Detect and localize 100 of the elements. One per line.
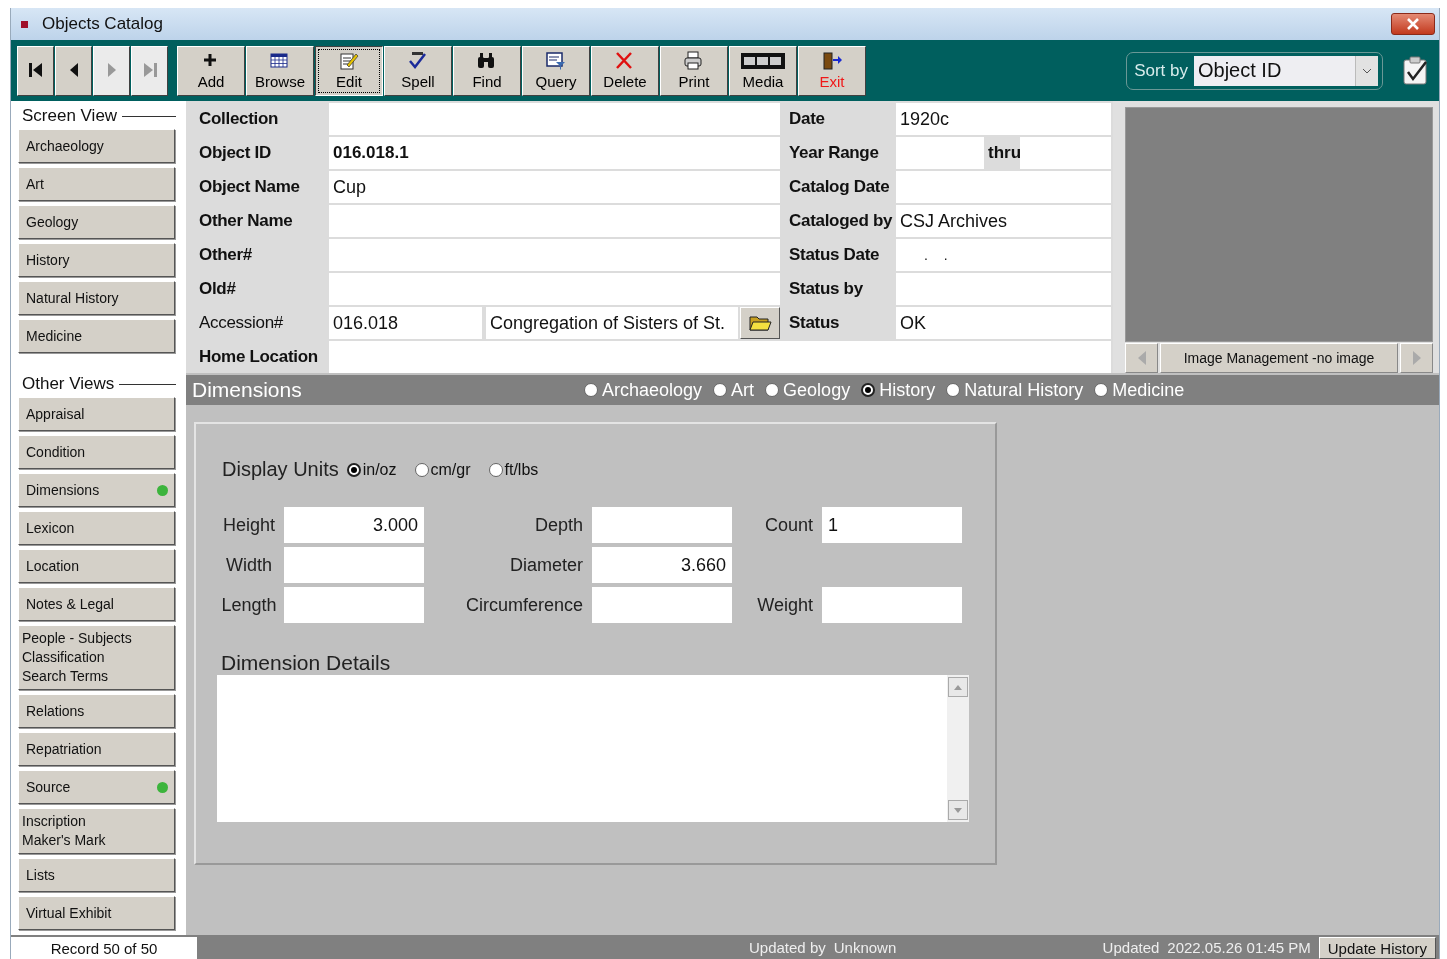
field-label: Catalog Date [788,176,891,198]
text-field[interactable] [896,171,1111,203]
view-button[interactable]: Notes & Legal [18,587,175,621]
previous-button[interactable] [55,45,92,96]
text-field[interactable] [329,273,780,305]
text-field[interactable] [329,205,780,237]
view-button[interactable]: Geology [18,205,175,239]
number-field[interactable] [822,587,962,623]
record-counter: Record 50 of 50 [11,937,197,959]
radio-button[interactable]: History [861,379,936,401]
view-button[interactable]: Lists [18,858,175,892]
skip-first-button[interactable] [17,45,54,96]
radio-button[interactable]: Art [713,379,755,401]
section-title: Dimensions [192,378,303,402]
scrollbar[interactable] [947,675,969,822]
view-button[interactable]: Location [18,549,175,583]
view-button[interactable]: Medicine [18,319,175,353]
close-button[interactable] [1391,13,1435,35]
section-heading: Screen View [22,106,118,126]
film-strip-icon [740,51,786,71]
sort-dropdown[interactable]: Object ID [1194,55,1378,86]
view-button[interactable]: Condition [18,435,175,469]
number-field[interactable]: 3.000 [284,507,424,543]
update-history-button[interactable]: Update History [1318,937,1436,959]
print-button[interactable]: Print [660,45,728,96]
text-field[interactable]: 1920c [896,103,1111,135]
view-button[interactable]: Appraisal [18,397,175,431]
view-button[interactable]: Art [18,167,175,201]
text-field[interactable] [329,103,780,135]
view-button[interactable]: Repatriation [18,732,175,766]
image-management-button[interactable]: Image Management -no image [1160,343,1398,373]
section-heading: Other Views [22,374,115,394]
view-button[interactable]: Lexicon [18,511,175,545]
radio-button[interactable]: Geology [765,379,851,401]
next-icon [1411,350,1422,366]
number-field[interactable]: 1 [822,507,962,543]
text-field[interactable] [896,273,1111,305]
view-button[interactable]: Relations [18,694,175,728]
form-filter-icon [545,51,567,71]
view-button[interactable]: Dimensions [18,473,175,507]
folder-icon [748,313,772,333]
view-button[interactable]: History [18,243,175,277]
text-field[interactable] [329,341,1111,373]
up-arrow-icon [954,684,962,690]
clipboard-button[interactable] [1401,55,1429,86]
number-field[interactable] [284,587,424,623]
field-label: Status by [788,278,864,300]
field-label: Year Range [788,142,880,164]
folder-button[interactable] [740,307,780,339]
radio-button[interactable]: ft/lbs [488,460,539,479]
add-button[interactable]: Add [177,45,245,96]
table-icon [269,51,291,71]
query-button[interactable]: Query [522,45,590,96]
previous-icon [1136,350,1147,366]
text-field[interactable]: CSJ Archives [896,205,1111,237]
number-field[interactable] [592,587,732,623]
skip-first-icon [26,60,45,79]
field-label: Weight [756,593,814,617]
field-label: Date [788,108,826,130]
view-button[interactable]: Inscription Maker's Mark [18,808,175,854]
text-field[interactable] [896,137,984,169]
field-label: Home Location [198,346,319,368]
next-image-button[interactable] [1400,343,1433,373]
text-field[interactable]: Cup [329,171,780,203]
media-button[interactable]: Media [729,45,797,96]
field-label: Height [222,513,276,537]
find-button[interactable]: Find [453,45,521,96]
text-field[interactable]: 016.018.1 [329,137,780,169]
delete-button[interactable]: Delete [591,45,659,96]
browse-button[interactable]: Browse [246,45,314,96]
field-label: Object ID [198,142,272,164]
view-button[interactable]: Natural History [18,281,175,315]
number-field[interactable] [592,507,732,543]
field-label: Object Name [198,176,301,198]
text-field[interactable]: Congregation of Sisters of St. [486,307,738,339]
view-button[interactable]: Virtual Exhibit [18,896,175,930]
spell-button[interactable]: Spell [384,45,452,96]
field-label: Collection [198,108,280,130]
radio-button[interactable]: Medicine [1094,379,1185,401]
text-field[interactable]: OK [896,307,1111,339]
text-field[interactable] [1020,137,1111,169]
radio-button[interactable]: in/oz [346,460,397,479]
radio-button[interactable]: Natural History [946,379,1084,401]
field-label: Other Name [198,210,294,232]
window-icon [21,20,28,28]
number-field[interactable]: 3.660 [592,547,732,583]
view-button[interactable]: People - Subjects Classification Search Terms [18,625,175,690]
window-title: Objects Catalog [42,14,164,34]
radio-button[interactable]: Archaeology [584,379,703,401]
radio-button[interactable]: cm/gr [414,460,471,479]
field-label: Status Date [788,244,881,266]
edit-button[interactable]: Edit [315,45,383,96]
text-field[interactable]: 016.018 [329,307,482,339]
text-field[interactable]: . . [896,239,1111,271]
view-button[interactable]: Archaeology [18,129,175,163]
view-button[interactable]: Source [18,770,175,804]
field-label: Accession# [198,312,284,334]
number-field[interactable] [284,547,424,583]
text-field[interactable] [329,239,780,271]
previous-image-button[interactable] [1125,343,1158,373]
